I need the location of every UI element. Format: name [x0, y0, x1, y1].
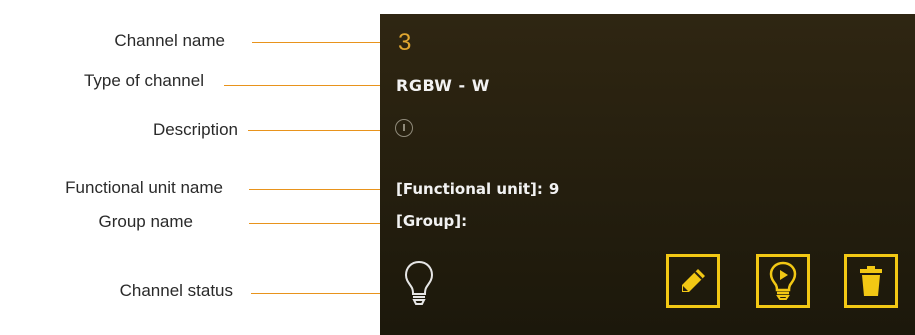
test-channel-button[interactable]	[756, 254, 810, 308]
callout-description: Description	[152, 120, 238, 139]
bulb-play-icon	[769, 261, 797, 300]
callout-group-name: Group name	[98, 212, 194, 231]
callout-channel-status: Channel status	[119, 281, 233, 300]
leader-type-of-channel	[224, 85, 380, 86]
pencil-icon	[682, 269, 705, 292]
group-label: [Group]:	[396, 212, 468, 230]
lightbulb-icon	[404, 260, 434, 305]
delete-button[interactable]	[844, 254, 898, 308]
edit-button[interactable]	[666, 254, 720, 308]
callout-channel-name: Channel name	[114, 31, 225, 50]
functional-unit-value: 9	[548, 180, 560, 198]
leader-description	[248, 130, 393, 131]
functional-unit-row: [Functional unit]: 9	[396, 180, 559, 198]
callout-type-of-channel: Type of channel	[83, 71, 204, 90]
functional-unit-label: [Functional unit]:	[396, 180, 543, 198]
leader-channel-name	[252, 42, 380, 43]
trash-icon	[860, 266, 882, 296]
callout-functional-unit-name: Functional unit name	[65, 178, 223, 197]
leader-channel-status	[251, 293, 401, 294]
channel-type: RGBW - W	[396, 76, 490, 95]
channel-panel: 3 RGBW - W [Functional unit]: 9 [Group]:	[380, 14, 915, 335]
leader-functional-unit-name	[249, 189, 380, 190]
leader-group-name	[249, 223, 380, 224]
channel-name: 3	[398, 29, 412, 56]
info-icon[interactable]	[395, 119, 413, 137]
group-row: [Group]:	[396, 212, 473, 230]
channel-legend-diagram: Channel name Type of channel Description…	[0, 0, 915, 335]
